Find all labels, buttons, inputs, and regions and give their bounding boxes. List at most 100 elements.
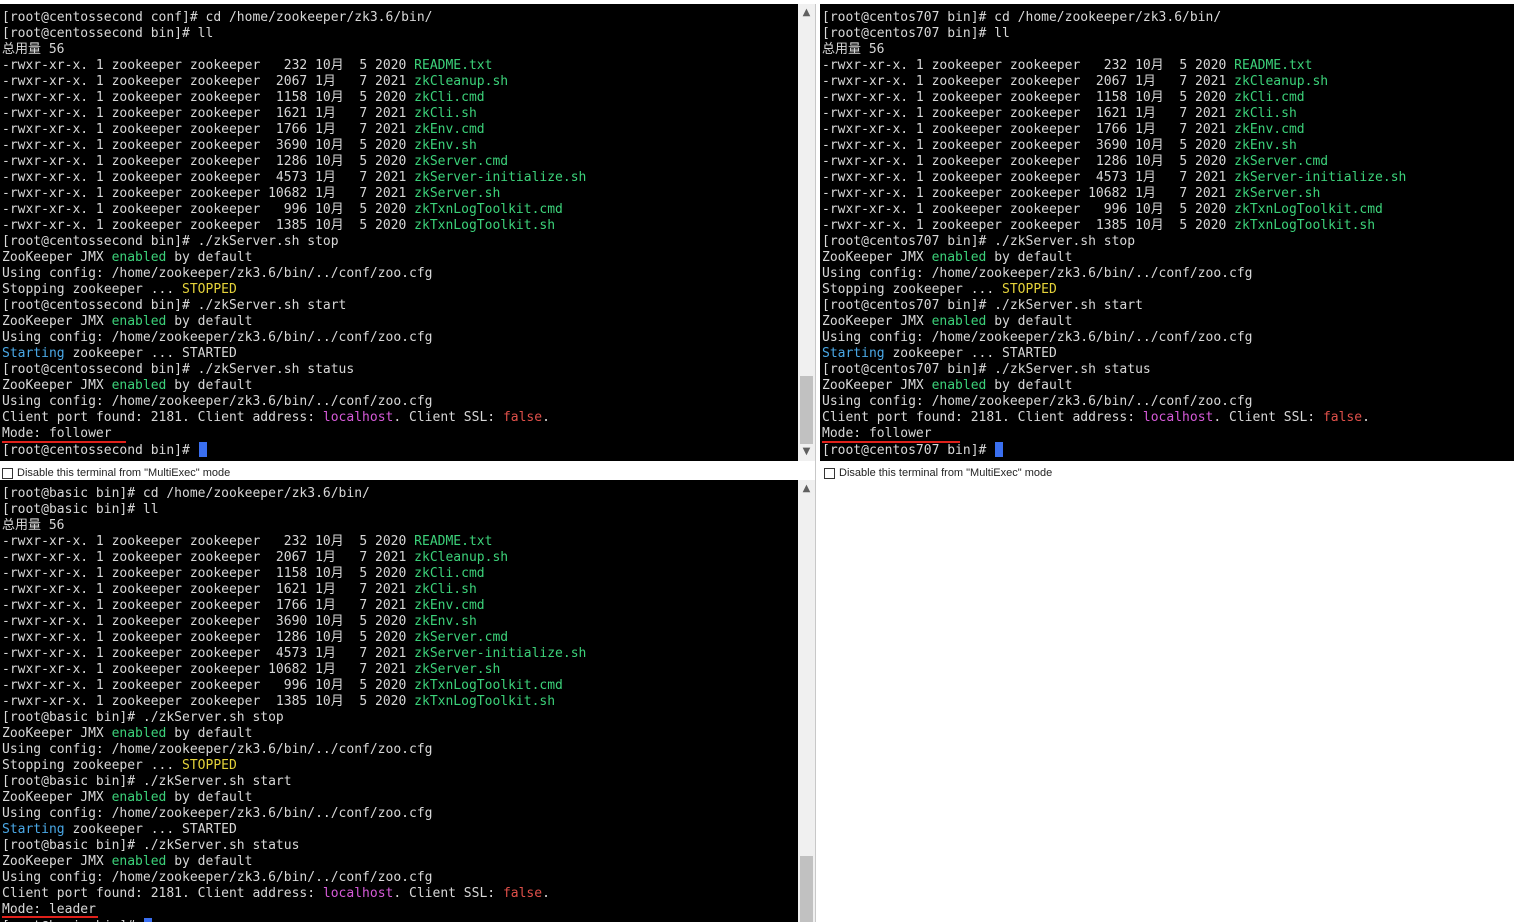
scroll-down-arrow-icon[interactable]: ▼ — [798, 445, 815, 459]
terminal-text-segment: -rwxr-xr-x. 1 zookeeper zookeeper 2067 1… — [2, 74, 415, 89]
terminal-text-segment: [root@centos707 bin]# ./zkServer.sh stat… — [822, 362, 1151, 377]
terminal-text-segment: [root@centos707 bin]# — [822, 443, 995, 458]
terminal-text-segment: [root@centos707 bin]# ./zkServer.sh stop — [822, 234, 1136, 249]
terminal-line: [root@basic bin]# ll — [2, 502, 780, 518]
terminal-text-segment: -rwxr-xr-x. 1 zookeeper zookeeper 996 10… — [2, 678, 415, 693]
terminal-line: [root@centossecond bin]# ./zkServer.sh s… — [2, 362, 780, 378]
terminal-text-segment: zookeeper ... STARTED — [884, 346, 1057, 361]
terminal-text-segment: [root@basic bin]# ./zkServer.sh status — [2, 838, 300, 853]
terminal-text-segment: ZooKeeper JMX — [822, 378, 932, 393]
scroll-up-arrow-icon[interactable]: ▲ — [798, 6, 815, 20]
terminal-text-segment: zkTxnLogToolkit.sh — [1234, 218, 1376, 233]
terminal-text-segment: Using config: /home/zookeeper/zk3.6/bin/… — [822, 394, 1253, 409]
terminal-text-segment: zkCli.sh — [1234, 106, 1297, 121]
scroll-up-arrow-icon[interactable]: ▲ — [798, 482, 815, 496]
terminal-text-segment: [root@centossecond bin]# ll — [2, 26, 214, 41]
terminal-text-segment: -rwxr-xr-x. 1 zookeeper zookeeper 1766 1… — [2, 122, 415, 137]
terminal-text-segment: STOPPED — [182, 282, 237, 297]
terminal-text-segment: Starting — [2, 822, 65, 837]
multiexec-checkbox[interactable] — [2, 467, 13, 479]
terminal-text-segment: -rwxr-xr-x. 1 zookeeper zookeeper 1286 1… — [2, 630, 415, 645]
terminal-text-segment: by default — [166, 726, 253, 741]
terminal-line: Stopping zookeeper ... STOPPED — [2, 758, 780, 774]
terminal-text-segment: Using config: /home/zookeeper/zk3.6/bin/… — [2, 266, 433, 281]
terminal-text-segment: -rwxr-xr-x. 1 zookeeper zookeeper 3690 1… — [822, 138, 1235, 153]
terminal-text-segment: Using config: /home/zookeeper/zk3.6/bin/… — [2, 394, 433, 409]
terminal-line: Client port found: 2181. Client address:… — [2, 886, 780, 902]
terminal-text-segment: . Client SSL: — [393, 886, 503, 901]
terminal-text-segment: zkTxnLogToolkit.cmd — [1234, 202, 1383, 217]
terminal-text-segment: Using config: /home/zookeeper/zk3.6/bin/… — [822, 330, 1253, 345]
terminal-line: Using config: /home/zookeeper/zk3.6/bin/… — [2, 870, 780, 886]
terminal-line: -rwxr-xr-x. 1 zookeeper zookeeper 232 10… — [822, 58, 1496, 74]
terminal-line: [root@centossecond conf]# cd /home/zooke… — [2, 10, 780, 26]
terminal-line: -rwxr-xr-x. 1 zookeeper zookeeper 3690 1… — [822, 138, 1496, 154]
terminal-text-segment: zkTxnLogToolkit.cmd — [414, 678, 563, 693]
terminal-text-segment: enabled — [111, 854, 167, 869]
terminal-line: -rwxr-xr-x. 1 zookeeper zookeeper 996 10… — [2, 678, 780, 694]
terminal-scrollbar[interactable]: ▲ ▼ — [798, 4, 815, 461]
terminal-text-segment: -rwxr-xr-x. 1 zookeeper zookeeper 2067 1… — [2, 550, 415, 565]
terminal-line: -rwxr-xr-x. 1 zookeeper zookeeper 232 10… — [2, 534, 780, 550]
terminal-text-segment: Starting — [2, 346, 65, 361]
mode-annotation-underline — [2, 916, 98, 918]
terminal-line: -rwxr-xr-x. 1 zookeeper zookeeper 1158 1… — [822, 90, 1496, 106]
terminal-text-segment: zkCli.cmd — [1234, 90, 1305, 105]
terminal-text-segment: -rwxr-xr-x. 1 zookeeper zookeeper 1766 1… — [2, 598, 415, 613]
terminal-text-segment: Stopping zookeeper ... — [822, 282, 1003, 297]
terminal-text-segment: README.txt — [414, 534, 493, 549]
terminal-text-segment: false — [502, 410, 543, 425]
terminal-text-segment: zkTxnLogToolkit.sh — [414, 218, 556, 233]
terminal-line: Using config: /home/zookeeper/zk3.6/bin/… — [822, 394, 1496, 410]
mode-annotation-underline — [822, 441, 960, 443]
terminal-text-segment: Using config: /home/zookeeper/zk3.6/bin/… — [2, 330, 433, 345]
terminal-text-segment: [root@centossecond bin]# ./zkServer.sh s… — [2, 234, 339, 249]
terminal-text-segment: zkEnv.sh — [414, 138, 477, 153]
mode-annotation-underline — [2, 441, 126, 443]
terminal-scrollbar[interactable]: ▲ — [798, 480, 815, 922]
terminal-line: ZooKeeper JMX enabled by default — [2, 314, 780, 330]
terminal-text-segment: zkEnv.cmd — [1234, 122, 1305, 137]
terminal-centos707[interactable]: [root@centos707 bin]# cd /home/zookeeper… — [820, 4, 1514, 461]
terminal-text-segment: ZooKeeper JMX — [2, 854, 112, 869]
terminal-line: -rwxr-xr-x. 1 zookeeper zookeeper 2067 1… — [2, 550, 780, 566]
terminal-text-segment: zkServer.cmd — [414, 630, 509, 645]
terminal-text-segment: -rwxr-xr-x. 1 zookeeper zookeeper 1621 1… — [822, 106, 1235, 121]
terminal-line: -rwxr-xr-x. 1 zookeeper zookeeper 3690 1… — [2, 138, 780, 154]
terminal-text-segment: enabled — [931, 378, 987, 393]
terminal-line: -rwxr-xr-x. 1 zookeeper zookeeper 1621 1… — [2, 106, 780, 122]
terminal-line: -rwxr-xr-x. 1 zookeeper zookeeper 2067 1… — [2, 74, 780, 90]
terminal-text-segment: 总用量 56 — [2, 42, 65, 57]
terminal-text-segment: Mode: follower — [2, 426, 112, 441]
multiexec-toggle[interactable]: Disable this terminal from "MultiExec" m… — [824, 464, 1052, 482]
terminal-line: Using config: /home/zookeeper/zk3.6/bin/… — [2, 266, 780, 282]
terminal-line: Using config: /home/zookeeper/zk3.6/bin/… — [2, 330, 780, 346]
terminal-line: [root@centossecond bin]# — [2, 442, 780, 458]
terminal-text-segment: 总用量 56 — [822, 42, 885, 57]
scrollbar-thumb[interactable] — [800, 376, 813, 444]
terminal-line: -rwxr-xr-x. 1 zookeeper zookeeper 10682 … — [822, 186, 1496, 202]
terminal-text-segment: README.txt — [414, 58, 493, 73]
terminal-text-segment: Client port found: 2181. Client address: — [2, 410, 323, 425]
terminal-basic[interactable]: [root@basic bin]# cd /home/zookeeper/zk3… — [0, 480, 798, 922]
terminal-centossecond[interactable]: [root@centossecond conf]# cd /home/zooke… — [0, 4, 798, 461]
terminal-output: [root@centos707 bin]# cd /home/zookeeper… — [822, 10, 1496, 458]
terminal-line: ZooKeeper JMX enabled by default — [2, 726, 780, 742]
terminal-text-segment: enabled — [111, 790, 167, 805]
terminal-line: -rwxr-xr-x. 1 zookeeper zookeeper 1286 1… — [2, 630, 780, 646]
terminal-text-segment: Using config: /home/zookeeper/zk3.6/bin/… — [2, 806, 433, 821]
terminal-text-segment: -rwxr-xr-x. 1 zookeeper zookeeper 232 10… — [822, 58, 1235, 73]
scrollbar-thumb[interactable] — [800, 856, 813, 922]
pane-divider — [815, 4, 816, 922]
terminal-line: -rwxr-xr-x. 1 zookeeper zookeeper 1621 1… — [2, 582, 780, 598]
terminal-text-segment: by default — [166, 854, 253, 869]
terminal-line: Stopping zookeeper ... STOPPED — [822, 282, 1496, 298]
terminal-text-segment: [root@basic bin]# ./zkServer.sh start — [2, 774, 292, 789]
terminal-line: -rwxr-xr-x. 1 zookeeper zookeeper 232 10… — [2, 58, 780, 74]
terminal-line: [root@basic bin]# — [2, 918, 780, 922]
terminal-text-segment: Client port found: 2181. Client address: — [2, 886, 323, 901]
terminal-text-segment: localhost — [322, 410, 394, 425]
terminal-text-segment: enabled — [931, 250, 987, 265]
multiexec-checkbox[interactable] — [824, 467, 835, 479]
terminal-output: [root@basic bin]# cd /home/zookeeper/zk3… — [2, 486, 780, 922]
